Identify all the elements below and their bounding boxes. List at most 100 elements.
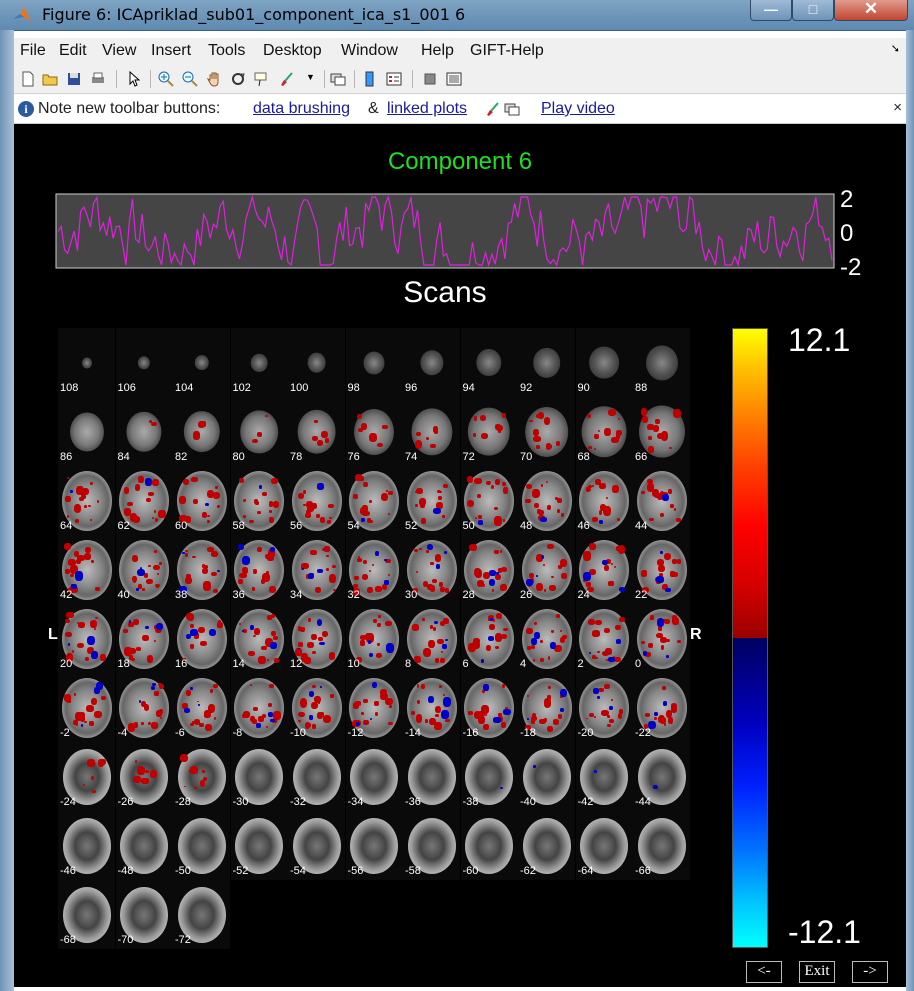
link-icon[interactable] <box>330 71 346 87</box>
activation-blob <box>248 650 256 656</box>
activation-blob <box>95 587 100 591</box>
toolbar-separator <box>354 70 355 88</box>
data-brushing-link[interactable]: data brushing <box>253 100 350 118</box>
slice-label: 54 <box>347 520 360 532</box>
close-window-button[interactable]: ✕ <box>834 0 908 21</box>
brain-slice: 88 <box>633 328 690 397</box>
activation-blob <box>217 624 222 628</box>
slice-label: 56 <box>290 520 303 532</box>
activation-blob <box>616 639 622 644</box>
activation-blob <box>320 712 324 717</box>
activation-blob <box>316 618 323 626</box>
pointer-icon[interactable] <box>126 71 142 87</box>
activation-blob <box>91 789 96 794</box>
activation-blob <box>616 517 620 521</box>
minimize-button[interactable]: — <box>750 0 792 21</box>
brain-slice: 30 <box>403 535 460 604</box>
rotate-icon[interactable] <box>230 71 246 87</box>
hide-plot-tools-icon[interactable] <box>422 71 438 87</box>
slice-label: 80 <box>232 451 245 463</box>
title-bar[interactable]: Figure 6: ICApriklad_sub01_component_ica… <box>0 0 914 31</box>
activation-blob <box>80 724 83 728</box>
activation-blob <box>526 579 533 587</box>
activation-blob <box>136 646 142 651</box>
save-icon[interactable] <box>66 71 82 87</box>
timecourse-plot[interactable] <box>54 192 838 270</box>
activation-blob <box>330 694 335 698</box>
activation-blob <box>540 517 547 522</box>
activation-blob <box>587 445 592 450</box>
open-icon[interactable] <box>42 71 58 87</box>
next-component-button[interactable]: -> <box>852 961 888 983</box>
brain-slice: 76 <box>345 397 403 466</box>
activation-blob <box>186 612 195 621</box>
activation-blob <box>258 656 266 664</box>
activation-blob <box>529 419 533 423</box>
activation-blob <box>269 642 277 650</box>
brain-slice: 104 <box>173 328 230 397</box>
activation-blob <box>304 656 311 664</box>
activation-blob <box>414 503 418 508</box>
activation-blob <box>310 701 318 710</box>
close-infobar-icon[interactable]: × <box>893 99 902 116</box>
activation-blob <box>327 519 331 525</box>
slice-label: 44 <box>635 520 648 532</box>
activation-blob <box>673 508 676 511</box>
dock-arrow-icon[interactable]: ➘ <box>891 42 900 55</box>
maximize-button[interactable]: □ <box>792 0 834 21</box>
activation-blob <box>356 558 362 562</box>
slice-label: 18 <box>117 658 130 670</box>
brain-image <box>645 344 678 381</box>
menu-tools[interactable]: Tools <box>208 42 245 60</box>
brush-dropdown-icon[interactable]: ▼ <box>306 72 315 82</box>
menu-gift-help[interactable]: GIFT-Help <box>470 42 544 60</box>
slice-label: -32 <box>290 796 306 808</box>
menu-file[interactable]: File <box>20 42 46 60</box>
exit-button[interactable]: Exit <box>799 961 835 983</box>
play-video-link[interactable]: Play video <box>541 100 615 118</box>
zoom-in-icon[interactable] <box>158 71 174 87</box>
activation-blob <box>325 567 329 572</box>
slice-label: 52 <box>405 520 418 532</box>
activation-blob <box>445 588 450 593</box>
linked-plots-link[interactable]: linked plots <box>387 100 467 118</box>
activation-blob <box>180 753 189 763</box>
slice-label: -38 <box>462 796 479 808</box>
slice-label: -8 <box>232 727 243 739</box>
activation-blob <box>424 719 428 723</box>
brush-icon[interactable] <box>278 71 294 87</box>
menu-view[interactable]: View <box>102 42 136 60</box>
show-plot-tools-icon[interactable] <box>446 71 462 87</box>
activation-blob <box>237 578 243 584</box>
legend-icon[interactable] <box>386 71 402 87</box>
brain-slice: 52 <box>403 466 460 535</box>
menu-edit[interactable]: Edit <box>59 42 87 60</box>
zoom-out-icon[interactable] <box>182 71 198 87</box>
menu-insert[interactable]: Insert <box>151 42 191 60</box>
slice-label: -56 <box>347 865 364 877</box>
activation-blob <box>662 494 669 502</box>
previous-component-button[interactable]: <- <box>746 961 782 983</box>
colorbar-icon[interactable] <box>362 71 378 87</box>
activation-blob <box>203 581 211 591</box>
activation-blob <box>469 543 477 551</box>
activation-blob <box>384 579 389 585</box>
activation-blob <box>137 765 145 776</box>
menu-desktop[interactable]: Desktop <box>263 42 322 60</box>
slice-label: -64 <box>577 865 594 877</box>
activation-blob <box>151 682 156 687</box>
activation-blob <box>535 413 541 418</box>
menu-help[interactable]: Help <box>421 42 454 60</box>
new-figure-icon[interactable] <box>20 71 36 87</box>
right-hemisphere-label: R <box>690 626 702 643</box>
activation-blob <box>532 428 539 436</box>
activation-blob <box>480 658 484 663</box>
data-cursor-icon[interactable] <box>254 71 270 87</box>
slice-label: -2 <box>60 727 70 739</box>
activation-blob <box>73 504 82 514</box>
print-icon[interactable] <box>90 71 106 87</box>
activation-blob <box>603 564 609 571</box>
menu-window[interactable]: Window <box>341 42 398 60</box>
pan-icon[interactable] <box>206 71 222 87</box>
brain-slice: -28 <box>173 742 230 811</box>
